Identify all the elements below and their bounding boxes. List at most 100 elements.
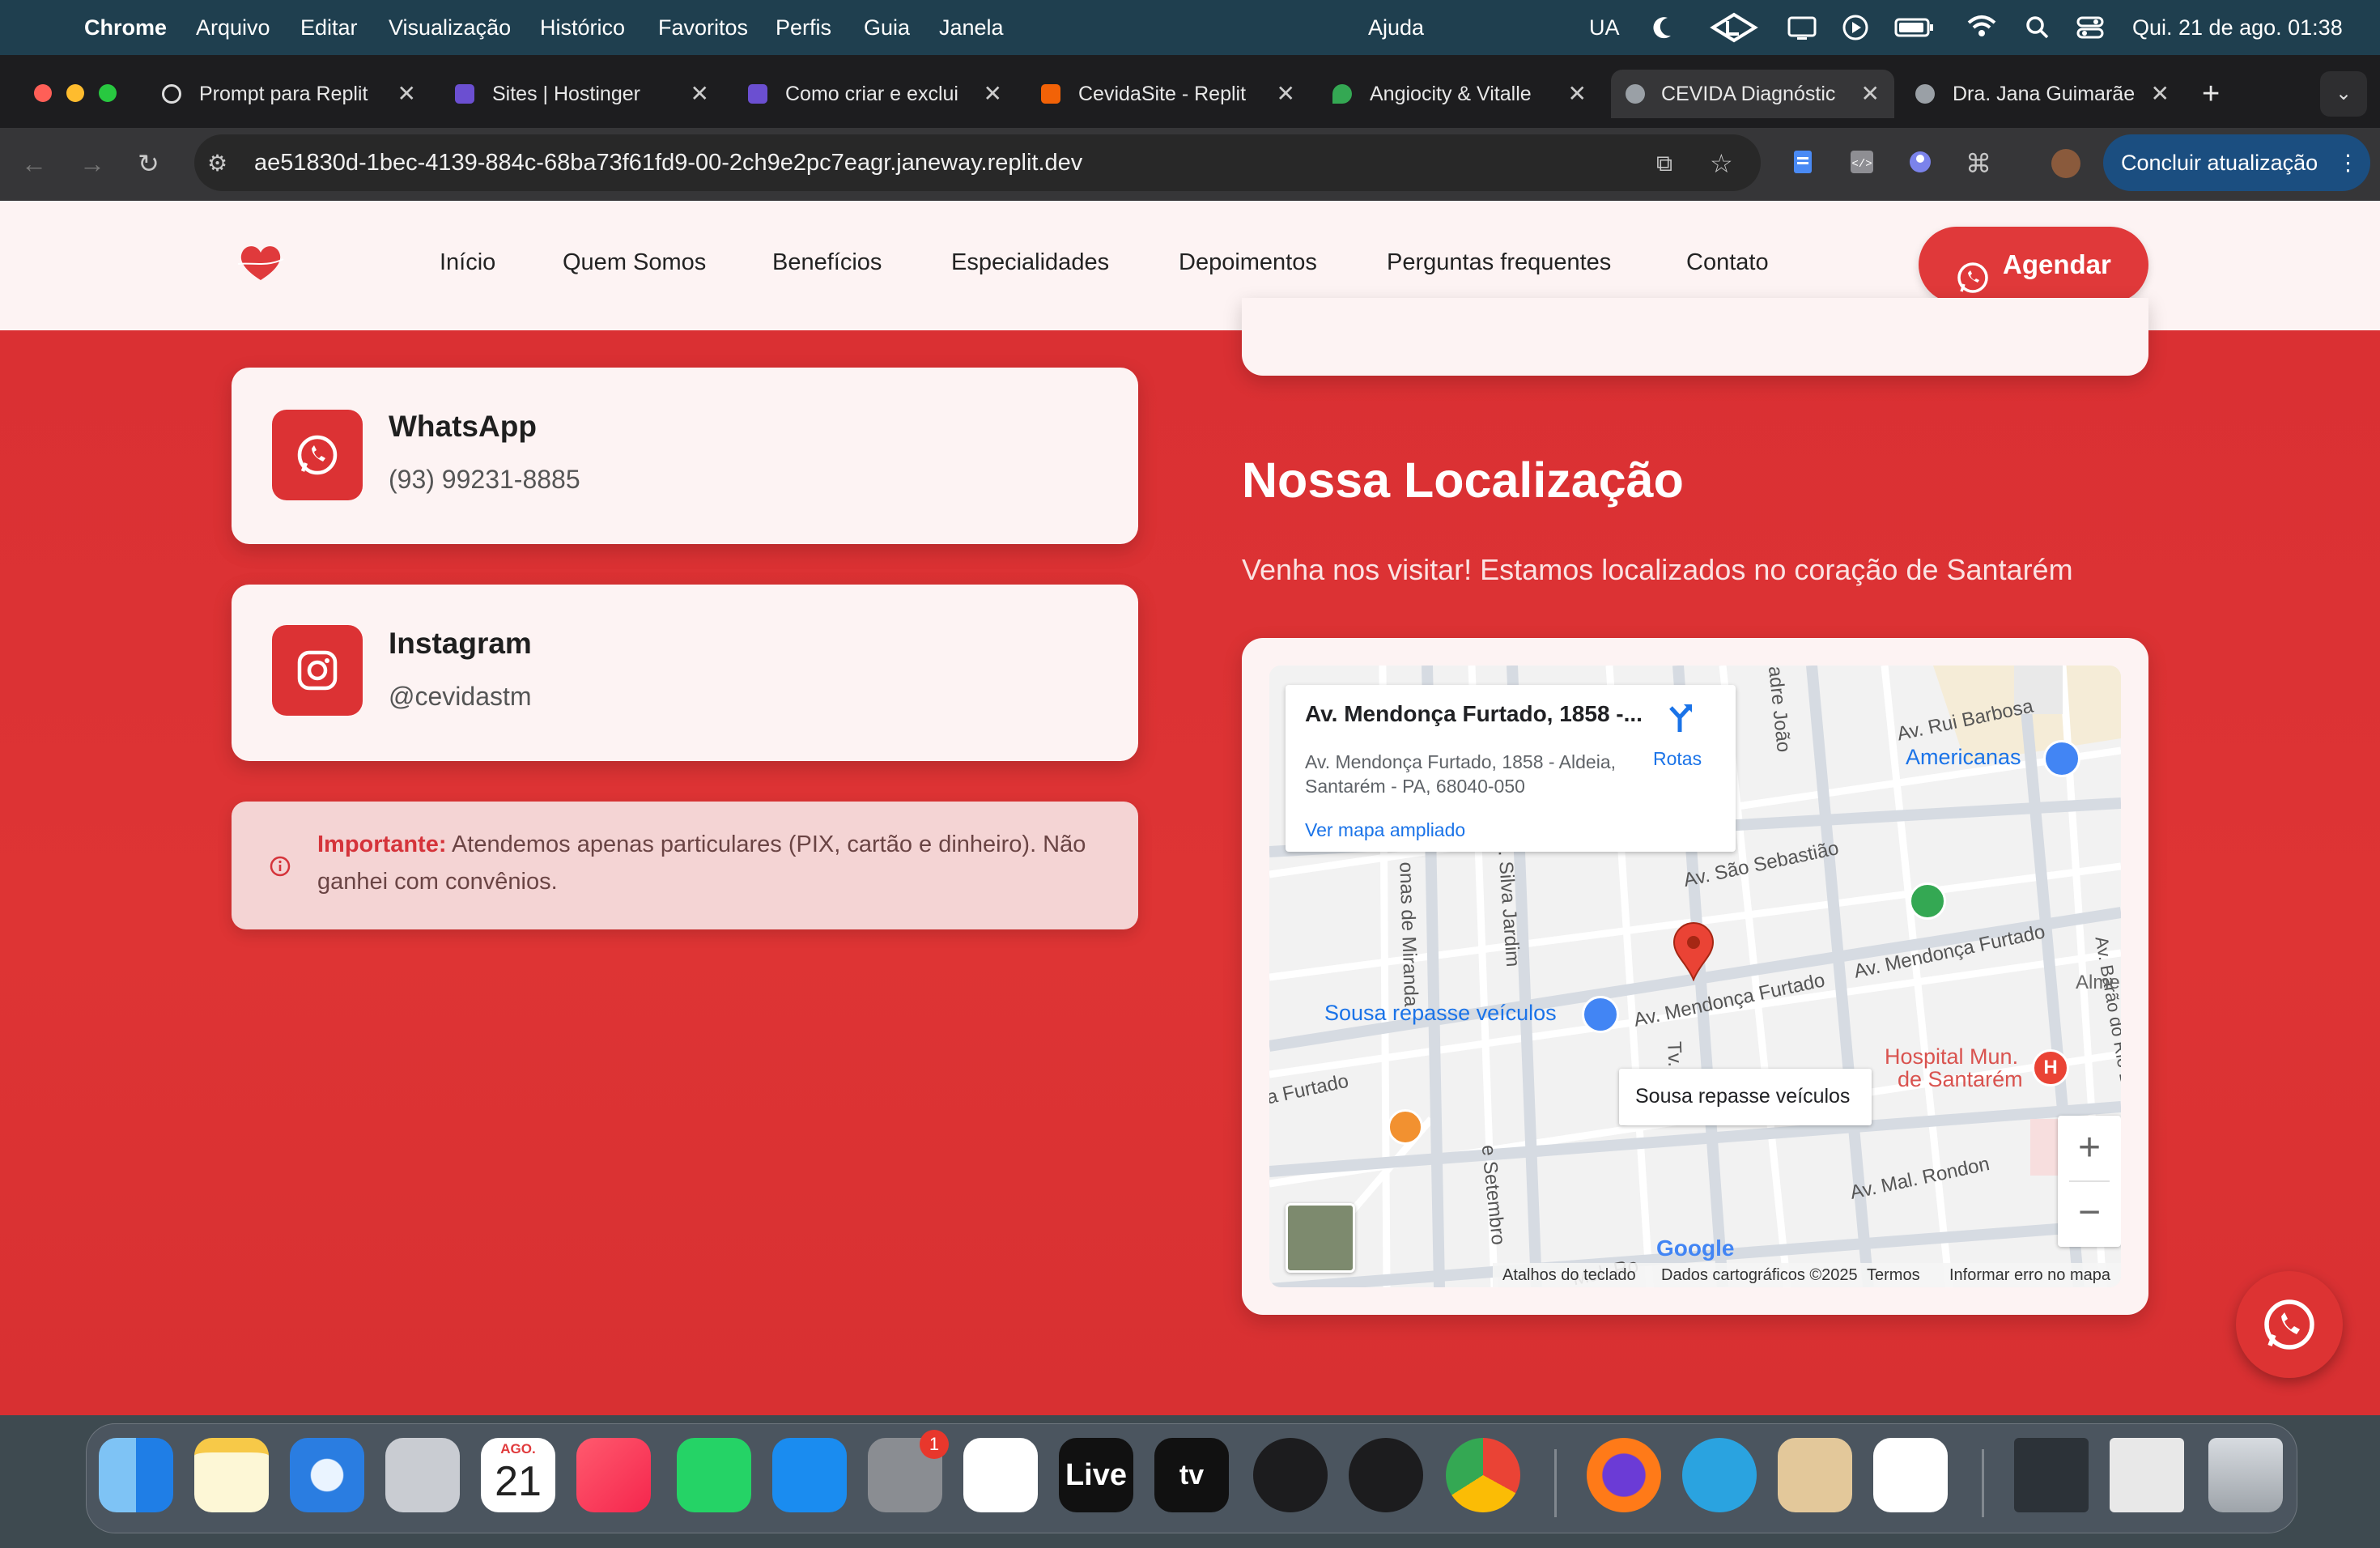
more-menu-icon[interactable]: ⋮: [2337, 134, 2359, 191]
wifi-icon[interactable]: [1966, 0, 1998, 55]
spotlight-search-icon[interactable]: [2025, 0, 2049, 55]
minimize-window-button[interactable]: [66, 84, 84, 102]
shopping-bag-icon[interactable]: [2043, 740, 2080, 777]
keyboard-shortcuts-link[interactable]: Atalhos do teclado: [1502, 1266, 1636, 1285]
poi-americanas[interactable]: Americanas: [1906, 745, 2021, 770]
hospital-icon[interactable]: H: [2032, 1049, 2069, 1087]
terms-link[interactable]: Termos: [1867, 1266, 1920, 1285]
launchpad-icon[interactable]: [385, 1438, 460, 1512]
moon-icon[interactable]: [1651, 0, 1676, 55]
chrome-icon[interactable]: [1446, 1438, 1520, 1512]
tab-hostinger-help[interactable]: Como criar e exclui ✕: [748, 70, 1002, 118]
menu-ajuda[interactable]: Ajuda: [1368, 0, 1424, 55]
poi-hospital[interactable]: Hospital Mun.: [1885, 1044, 2018, 1070]
menu-favoritos[interactable]: Favoritos: [658, 0, 748, 55]
floating-whatsapp-button[interactable]: [2236, 1271, 2343, 1378]
whatsapp-contact-card[interactable]: WhatsApp (93) 99231-8885: [232, 368, 1138, 544]
menu-visualizacao[interactable]: Visualização: [389, 0, 511, 55]
agendar-button[interactable]: Agendar: [1919, 227, 2148, 303]
now-playing-icon[interactable]: [1842, 0, 1869, 55]
safari-icon[interactable]: [290, 1438, 364, 1512]
tab-hostinger[interactable]: Sites | Hostinger ✕: [455, 70, 709, 118]
directions-link[interactable]: Rotas: [1653, 748, 1702, 770]
vscode-icon[interactable]: [1873, 1438, 1948, 1512]
close-tab-icon[interactable]: ✕: [1277, 70, 1295, 118]
ableton-live-icon[interactable]: Live: [1059, 1438, 1133, 1512]
battery-icon[interactable]: [1894, 0, 1935, 55]
display-icon[interactable]: [1787, 0, 1817, 55]
translate-icon[interactable]: ⧉: [1656, 147, 1672, 180]
back-icon[interactable]: ←: [21, 147, 47, 180]
close-tab-icon[interactable]: ✕: [691, 70, 709, 118]
image-stack-icon[interactable]: [2014, 1438, 2089, 1512]
reload-icon[interactable]: ↻: [138, 147, 159, 180]
close-tab-icon[interactable]: ✕: [397, 70, 416, 118]
profile-avatar[interactable]: [2051, 149, 2080, 178]
teams-extension-icon[interactable]: [1907, 146, 1933, 185]
extensions-puzzle-icon[interactable]: ⌘: [1966, 147, 1991, 180]
menu-arquivo[interactable]: Arquivo: [196, 0, 270, 55]
report-error-link[interactable]: Informar erro no mapa: [1949, 1266, 2110, 1285]
close-tab-icon[interactable]: ✕: [1861, 70, 1880, 118]
close-window-button[interactable]: [34, 84, 52, 102]
restaurant-icon[interactable]: [1388, 1109, 1423, 1145]
menu-editar[interactable]: Editar: [300, 0, 358, 55]
system-settings-icon[interactable]: 1: [868, 1430, 949, 1512]
shopping-bag-icon[interactable]: [1582, 996, 1619, 1033]
nav-beneficios[interactable]: Benefícios: [772, 246, 882, 279]
code-extension-icon[interactable]: </>: [1849, 146, 1875, 185]
document-stack-icon[interactable]: [2110, 1438, 2184, 1512]
app-store-icon[interactable]: [772, 1438, 847, 1512]
poi-sousa[interactable]: Sousa repasse veículos: [1324, 1001, 1557, 1026]
whatsapp-number[interactable]: (93) 99231-8885: [389, 465, 580, 495]
menu-perfis[interactable]: Perfis: [776, 0, 831, 55]
nav-especialidades[interactable]: Especialidades: [951, 246, 1109, 279]
tab-prompt-replit[interactable]: Prompt para Replit ✕: [162, 70, 416, 118]
music-icon[interactable]: [576, 1438, 651, 1512]
tab-cevidasite-replit[interactable]: CevidaSite - Replit ✕: [1041, 70, 1295, 118]
view-larger-map-link[interactable]: Ver mapa ampliado: [1305, 819, 1465, 841]
forward-icon[interactable]: →: [79, 147, 105, 180]
zoom-out-button[interactable]: −: [2058, 1182, 2121, 1247]
menu-guia[interactable]: Guia: [864, 0, 910, 55]
clock-datetime[interactable]: Qui. 21 de ago. 01:38: [2132, 0, 2343, 55]
nav-depoimentos[interactable]: Depoimentos: [1179, 246, 1317, 279]
menu-janela[interactable]: Janela: [939, 0, 1004, 55]
tab-angiocity[interactable]: Angiocity & Vitalle ✕: [1332, 70, 1587, 118]
google-docs-extension-icon[interactable]: [1791, 146, 1815, 185]
finder-icon[interactable]: [99, 1438, 173, 1512]
control-center-icon[interactable]: [2076, 0, 2104, 55]
notes-icon[interactable]: [194, 1438, 269, 1512]
bookmark-star-icon[interactable]: ☆: [1710, 147, 1733, 180]
firefox-icon[interactable]: [1587, 1438, 1661, 1512]
close-tab-icon[interactable]: ✕: [984, 70, 1002, 118]
nav-perguntas-frequentes[interactable]: Perguntas frequentes: [1387, 246, 1611, 279]
nav-quem-somos[interactable]: Quem Somos: [563, 246, 706, 279]
calendar-icon[interactable]: AGO. 21: [481, 1438, 555, 1512]
menu-app-name[interactable]: Chrome: [84, 0, 167, 55]
site-settings-icon[interactable]: ⚙: [207, 147, 227, 180]
close-tab-icon[interactable]: ✕: [2151, 70, 2170, 118]
directions-icon[interactable]: [1661, 700, 1698, 741]
nav-inicio[interactable]: Início: [440, 246, 495, 279]
close-tab-icon[interactable]: ✕: [1568, 70, 1587, 118]
input-source-indicator[interactable]: UA: [1589, 0, 1620, 55]
trash-icon[interactable]: [2208, 1438, 2283, 1512]
location-pin-icon[interactable]: [1671, 921, 1716, 985]
vpn-icon[interactable]: [1710, 0, 1758, 55]
archive-utility-icon[interactable]: [1778, 1438, 1852, 1512]
poi-hospital[interactable]: de Santarém: [1898, 1067, 2023, 1092]
new-tab-button[interactable]: +: [2202, 70, 2234, 118]
satellite-toggle[interactable]: [1286, 1203, 1355, 1273]
zoom-window-button[interactable]: [99, 84, 117, 102]
tab-dra-jana[interactable]: Dra. Jana Guimarãe ✕: [1915, 70, 2170, 118]
shortcut-app-icon[interactable]: [963, 1438, 1038, 1512]
tab-cevida-active[interactable]: CEVIDA Diagnóstic ✕: [1611, 70, 1894, 118]
green-poi-icon[interactable]: [1909, 882, 1946, 920]
embedded-google-map[interactable]: Av. Rui Barbosa Av. São Sebastião Av. Me…: [1269, 666, 2121, 1287]
instagram-handle[interactable]: @cevidastm: [389, 682, 532, 712]
whatsapp-app-icon[interactable]: [677, 1438, 751, 1512]
zoom-in-button[interactable]: +: [2058, 1116, 2121, 1180]
tab-search-chevron-icon[interactable]: ⌄: [2320, 71, 2367, 117]
url-text[interactable]: ae51830d-1bec-4139-884c-68ba73f61fd9-00-…: [254, 134, 1082, 191]
